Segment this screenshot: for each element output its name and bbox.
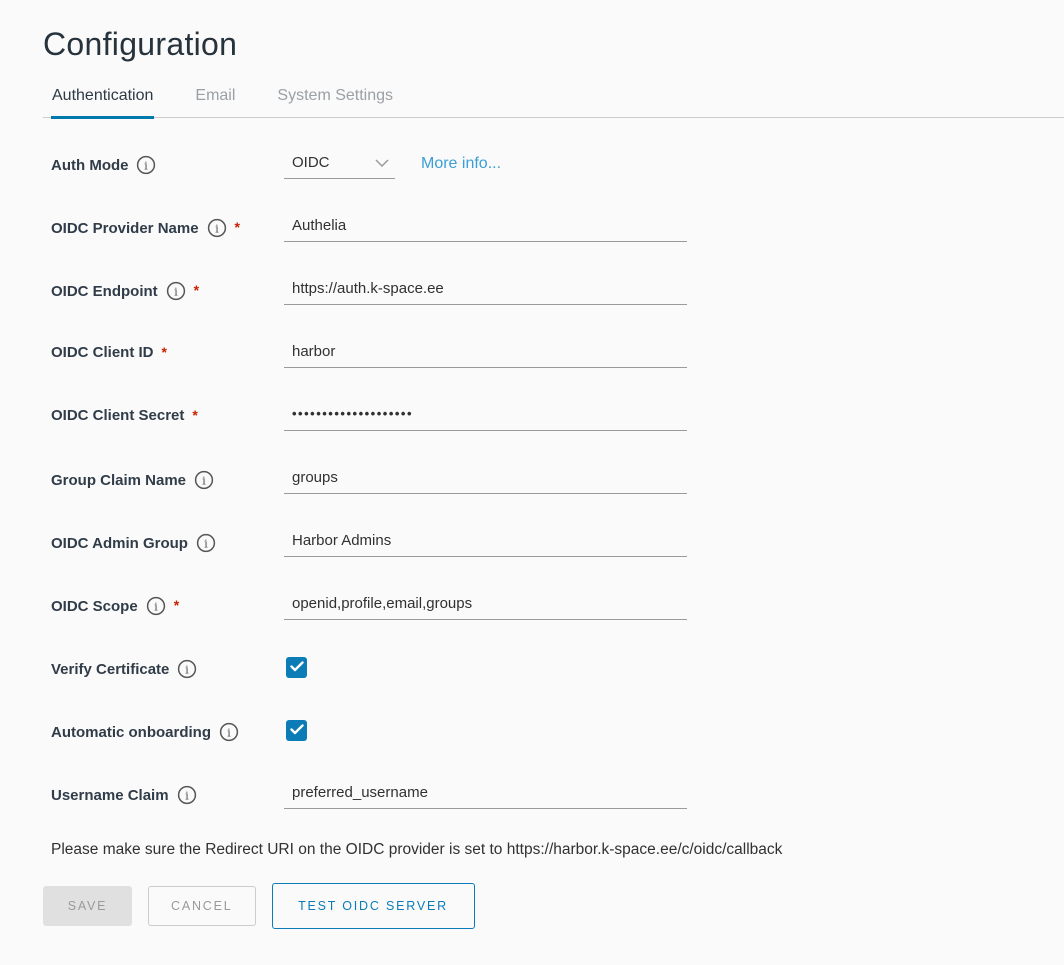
field-label-group: Verify Certificate i	[51, 652, 284, 679]
form-row-oidc-client-secret: OIDC Client Secret * ••••••••••••••••••••	[51, 400, 1064, 441]
required-asterisk: *	[235, 219, 240, 235]
svg-text:i: i	[227, 725, 231, 739]
field-label-group: OIDC Provider Name i *	[51, 211, 284, 238]
field-label-group: Auth Mode i	[51, 148, 284, 175]
cancel-button[interactable]: CANCEL	[148, 886, 256, 926]
checkmark-icon	[290, 659, 304, 677]
required-asterisk: *	[162, 344, 167, 360]
oidc-client-id-input[interactable]: harbor	[284, 337, 687, 368]
form-row-oidc-provider-name: OIDC Provider Name i * Authelia	[51, 211, 1064, 252]
username-claim-control: preferred_username	[284, 778, 1064, 809]
checkmark-icon	[290, 722, 304, 740]
field-label-group: OIDC Scope i *	[51, 589, 284, 616]
oidc-endpoint-label: OIDC Endpoint	[51, 283, 158, 300]
oidc-client-secret-label: OIDC Client Secret	[51, 407, 184, 424]
automatic-onboarding-control	[284, 715, 1064, 741]
oidc-endpoint-input[interactable]: https://auth.k-space.ee	[284, 274, 687, 305]
username-claim-label: Username Claim	[51, 787, 169, 804]
test-oidc-server-button[interactable]: TEST OIDC SERVER	[272, 883, 475, 929]
oidc-client-secret-control: ••••••••••••••••••••	[284, 400, 1064, 431]
field-label-group: Group Claim Name i	[51, 463, 284, 490]
field-label-group: Automatic onboarding i	[51, 715, 284, 742]
automatic-onboarding-label: Automatic onboarding	[51, 724, 211, 741]
form-row-verify-certificate: Verify Certificate i	[51, 652, 1064, 693]
info-icon[interactable]: i	[166, 281, 186, 301]
username-claim-input[interactable]: preferred_username	[284, 778, 687, 809]
oidc-admin-group-input[interactable]: Harbor Admins	[284, 526, 687, 557]
form-row-auth-mode: Auth Mode i OIDC More info...	[51, 148, 1064, 189]
tab-email[interactable]: Email	[194, 81, 236, 119]
oidc-scope-input[interactable]: openid,profile,email,groups	[284, 589, 687, 620]
auth-mode-selected-value: OIDC	[292, 154, 330, 171]
auth-mode-select[interactable]: OIDC	[284, 148, 395, 179]
info-icon[interactable]: i	[194, 470, 214, 490]
svg-text:i: i	[154, 599, 158, 613]
tab-authentication[interactable]: Authentication	[51, 81, 154, 119]
oidc-provider-name-control: Authelia	[284, 211, 1064, 242]
form-row-username-claim: Username Claim i preferred_username	[51, 778, 1064, 819]
tab-bar: Authentication Email System Settings	[43, 81, 1064, 118]
info-icon[interactable]: i	[219, 722, 239, 742]
oidc-endpoint-control: https://auth.k-space.ee	[284, 274, 1064, 305]
auth-settings-form: Auth Mode i OIDC More info... OIDC Provider …	[43, 148, 1064, 819]
info-icon[interactable]: i	[136, 155, 156, 175]
form-row-automatic-onboarding: Automatic onboarding i	[51, 715, 1064, 756]
group-claim-name-label: Group Claim Name	[51, 472, 186, 489]
oidc-admin-group-control: Harbor Admins	[284, 526, 1064, 557]
info-icon[interactable]: i	[146, 596, 166, 616]
oidc-client-id-control: harbor	[284, 337, 1064, 368]
verify-certificate-checkbox[interactable]	[286, 657, 307, 678]
group-claim-name-control: groups	[284, 463, 1064, 494]
auth-mode-label: Auth Mode	[51, 157, 128, 174]
svg-text:i: i	[186, 662, 190, 676]
svg-text:i: i	[204, 536, 208, 550]
verify-certificate-control	[284, 652, 1064, 678]
field-label-group: OIDC Client Secret *	[51, 400, 284, 424]
chevron-down-icon	[375, 154, 389, 171]
save-button[interactable]: SAVE	[43, 886, 132, 926]
info-icon[interactable]: i	[207, 218, 227, 238]
redirect-uri-note: Please make sure the Redirect URI on the…	[43, 841, 1064, 859]
required-asterisk: *	[174, 597, 179, 613]
required-asterisk: *	[194, 282, 199, 298]
field-label-group: OIDC Endpoint i *	[51, 274, 284, 301]
oidc-client-secret-input[interactable]: ••••••••••••••••••••	[284, 400, 687, 431]
auth-mode-control: OIDC More info...	[284, 148, 1064, 179]
form-row-oidc-client-id: OIDC Client ID * harbor	[51, 337, 1064, 378]
form-row-oidc-admin-group: OIDC Admin Group i Harbor Admins	[51, 526, 1064, 567]
page-title: Configuration	[43, 26, 1064, 63]
group-claim-name-input[interactable]: groups	[284, 463, 687, 494]
svg-text:i: i	[145, 158, 149, 172]
tab-system-settings[interactable]: System Settings	[276, 81, 394, 119]
oidc-admin-group-label: OIDC Admin Group	[51, 535, 188, 552]
form-row-oidc-endpoint: OIDC Endpoint i * https://auth.k-space.ee	[51, 274, 1064, 315]
more-info-link[interactable]: More info...	[421, 155, 501, 173]
form-row-group-claim-name: Group Claim Name i groups	[51, 463, 1064, 504]
info-icon[interactable]: i	[196, 533, 216, 553]
svg-text:i: i	[202, 473, 206, 487]
form-row-oidc-scope: OIDC Scope i * openid,profile,email,groups	[51, 589, 1064, 630]
field-label-group: Username Claim i	[51, 778, 284, 805]
oidc-provider-name-input[interactable]: Authelia	[284, 211, 687, 242]
required-asterisk: *	[192, 407, 197, 423]
svg-text:i: i	[174, 284, 178, 298]
info-icon[interactable]: i	[177, 659, 197, 679]
field-label-group: OIDC Admin Group i	[51, 526, 284, 553]
oidc-client-id-label: OIDC Client ID	[51, 344, 154, 361]
oidc-scope-control: openid,profile,email,groups	[284, 589, 1064, 620]
verify-certificate-label: Verify Certificate	[51, 661, 169, 678]
svg-text:i: i	[215, 221, 219, 235]
configuration-page: Configuration Authentication Email Syste…	[0, 0, 1064, 929]
oidc-scope-label: OIDC Scope	[51, 598, 138, 615]
action-bar: SAVE CANCEL TEST OIDC SERVER	[43, 883, 1064, 929]
svg-text:i: i	[185, 788, 189, 802]
automatic-onboarding-checkbox[interactable]	[286, 720, 307, 741]
info-icon[interactable]: i	[177, 785, 197, 805]
oidc-provider-name-label: OIDC Provider Name	[51, 220, 199, 237]
field-label-group: OIDC Client ID *	[51, 337, 284, 361]
